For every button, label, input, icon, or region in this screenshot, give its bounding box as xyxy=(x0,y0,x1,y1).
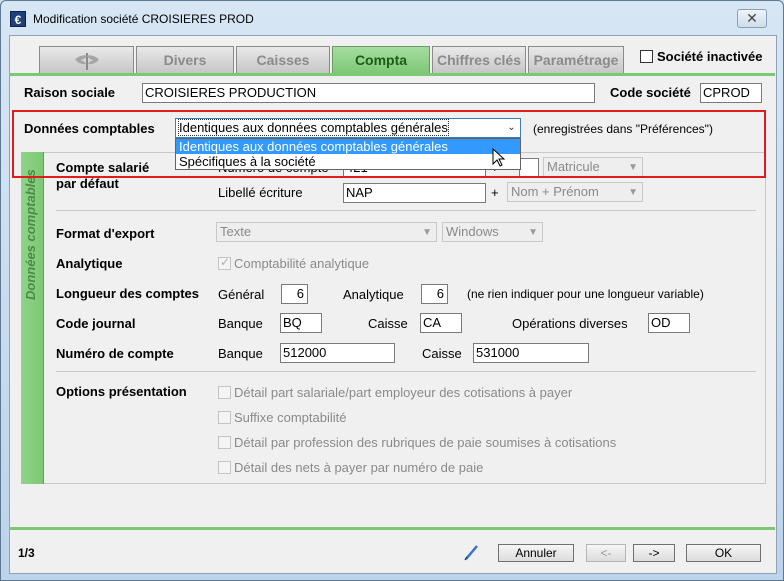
options-presentation-label: Options présentation xyxy=(56,384,187,399)
longueur-analytique-input[interactable]: 6 xyxy=(421,284,448,304)
compte-banque-label: Banque xyxy=(218,346,263,361)
comptabilite-analytique-label: Comptabilité analytique xyxy=(234,256,370,271)
journal-banque-input[interactable]: BQ xyxy=(280,313,322,333)
next-button[interactable]: -> xyxy=(633,544,675,562)
side-tab-label: Données comptables xyxy=(23,169,38,300)
operations-diverses-label: Opérations diverses xyxy=(512,316,628,331)
option-detail-part-label: Détail part salariale/part employeur des… xyxy=(234,385,573,400)
comptabilite-analytique-checkbox[interactable] xyxy=(218,255,231,270)
option-suffixe-label: Suffixe comptabilité xyxy=(234,410,347,425)
analytique-label: Analytique xyxy=(56,256,123,271)
code-societe-label: Code société xyxy=(610,85,691,100)
journal-caisse-label: Caisse xyxy=(368,316,408,331)
format-export-label: Format d'export xyxy=(56,226,155,241)
tab-divers[interactable]: Divers xyxy=(136,46,234,73)
divider xyxy=(56,371,756,372)
analytique-length-label: Analytique xyxy=(343,287,404,302)
societe-inactivee-label: Société inactivée xyxy=(657,49,763,64)
journal-caisse-input[interactable]: CA xyxy=(420,313,462,333)
general-label: Général xyxy=(218,287,265,302)
ok-button[interactable]: OK xyxy=(686,544,761,562)
plus-sign-2: + xyxy=(491,185,499,200)
tab-parametrage[interactable]: Paramétrage xyxy=(528,46,624,73)
tab-caisses[interactable]: Caisses xyxy=(236,46,330,73)
option-detail-nets-label: Détail des nets à payer par numéro de pa… xyxy=(234,460,484,475)
longueur-comptes-label: Longueur des comptes xyxy=(56,286,200,301)
chevron-down-icon: ▼ xyxy=(628,187,638,198)
window-title: Modification société CROISIERES PROD xyxy=(33,12,254,26)
close-button[interactable]: ✕ xyxy=(737,9,767,28)
divider xyxy=(56,210,756,211)
page-indicator: 1/3 xyxy=(18,546,35,560)
pen-icon[interactable] xyxy=(462,543,480,561)
journal-banque-label: Banque xyxy=(218,316,263,331)
compte-banque-input[interactable]: 512000 xyxy=(280,343,395,363)
tab-general[interactable] xyxy=(39,46,134,73)
option-detail-profession-label: Détail par profession des rubriques de p… xyxy=(234,435,617,450)
societe-inactivee-checkbox[interactable] xyxy=(640,50,653,63)
option-detail-nets-checkbox[interactable] xyxy=(218,461,231,474)
nom-prenom-select[interactable]: Nom + Prénom ▼ xyxy=(507,182,643,202)
libelle-ecriture-input[interactable]: NAP xyxy=(343,183,486,203)
chevron-down-icon: ▼ xyxy=(528,227,538,238)
compte-caisse-label: Caisse xyxy=(422,346,462,361)
footer-divider xyxy=(9,527,775,530)
code-societe-input[interactable]: CPROD xyxy=(700,83,762,103)
option-detail-profession-checkbox[interactable] xyxy=(218,436,231,449)
tab-strip-underline xyxy=(9,73,775,76)
annuler-button[interactable]: Annuler xyxy=(498,544,574,562)
option-detail-part-checkbox[interactable] xyxy=(218,386,231,399)
app-icon: € xyxy=(10,11,26,27)
libelle-ecriture-label: Libellé écriture xyxy=(218,185,303,200)
annotation-highlight xyxy=(12,110,766,178)
raison-sociale-input[interactable]: CROISIERES PRODUCTION xyxy=(142,83,595,103)
title-bar: € Modification société CROISIERES PROD ✕ xyxy=(1,1,783,35)
encoding-select[interactable]: Windows ▼ xyxy=(442,222,543,242)
compte-caisse-input[interactable]: 531000 xyxy=(473,343,589,363)
dragonfly-icon xyxy=(74,53,99,70)
nom-prenom-value: Nom + Prénom xyxy=(511,184,599,199)
numero-de-compte-label: Numéro de compte xyxy=(56,346,174,361)
raison-sociale-label: Raison sociale xyxy=(24,85,116,100)
encoding-value: Windows xyxy=(446,224,499,239)
tab-compta[interactable]: Compta xyxy=(332,46,430,74)
previous-button[interactable]: <- xyxy=(586,544,626,562)
chevron-down-icon: ▼ xyxy=(422,227,432,238)
operations-diverses-input[interactable]: OD xyxy=(648,313,690,333)
format-export-value: Texte xyxy=(220,224,252,239)
longueur-general-input[interactable]: 6 xyxy=(281,284,308,304)
longueur-note: (ne rien indiquer pour une longueur vari… xyxy=(467,287,704,301)
option-suffixe-checkbox[interactable] xyxy=(218,411,231,424)
format-export-select[interactable]: Texte ▼ xyxy=(216,222,437,242)
tab-chiffres-cles[interactable]: Chiffres clés xyxy=(432,46,526,73)
par-defaut-label: par défaut xyxy=(56,176,119,191)
code-journal-label: Code journal xyxy=(56,316,136,331)
